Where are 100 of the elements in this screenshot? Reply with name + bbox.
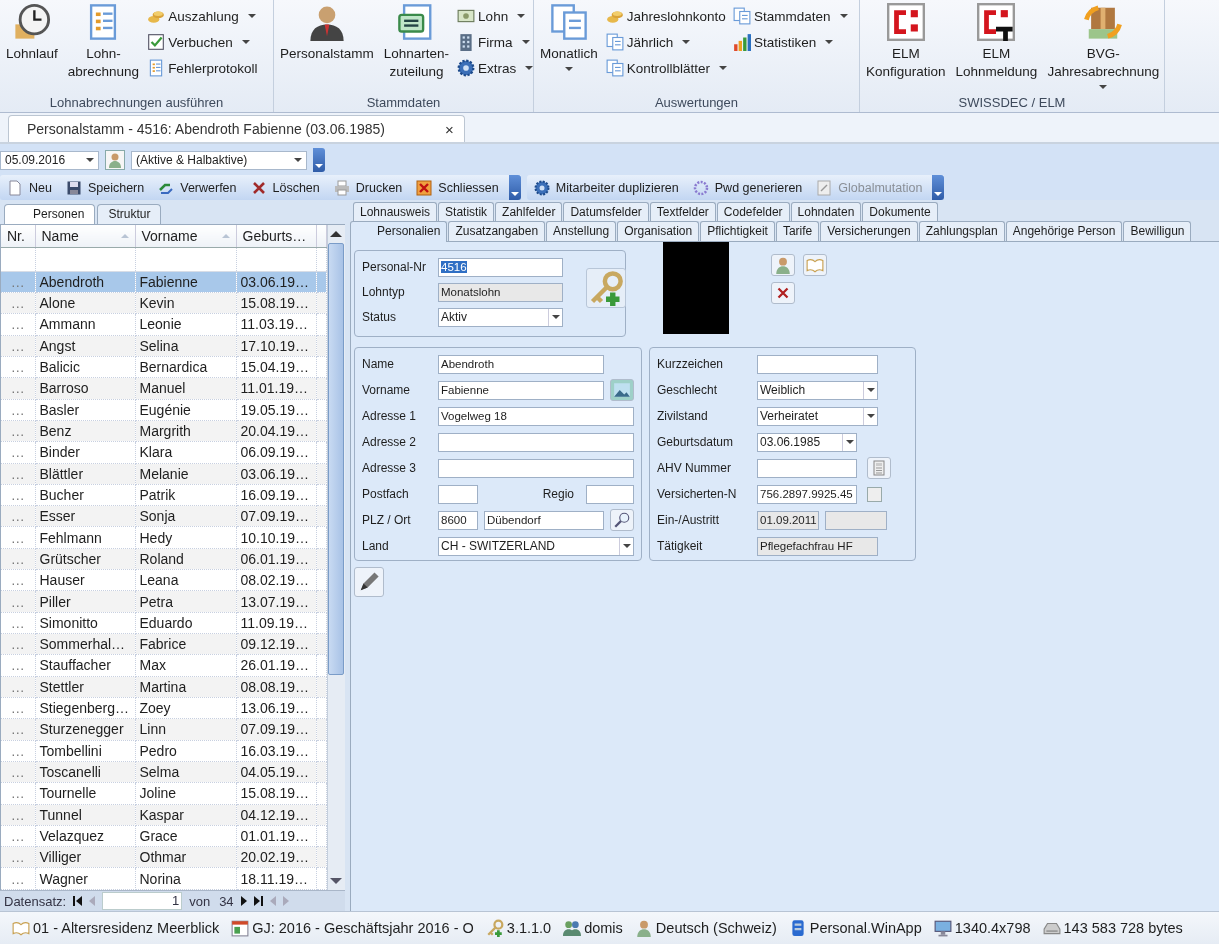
table-row[interactable]: … Piller Petra 13.07.19… xyxy=(1,590,326,613)
tab[interactable]: Personen xyxy=(4,204,96,224)
column-header[interactable]: Vorname xyxy=(135,225,236,248)
input-field[interactable]: Vogelweg 18 xyxy=(438,406,634,426)
input-field[interactable]: Abendroth xyxy=(438,354,604,374)
tab[interactable]: Lohndaten xyxy=(790,202,862,221)
ribbon-button[interactable]: Lohnarten- zuteilung xyxy=(381,3,452,95)
toolbar-button[interactable]: Mitarbeiter duplizieren xyxy=(529,179,683,196)
tab[interactable]: Textfelder xyxy=(649,202,716,221)
table-row[interactable]: … Hauser Leana 08.02.19… xyxy=(1,569,326,591)
key-button[interactable] xyxy=(586,268,626,308)
table-row[interactable]: … Blättler Melanie 03.06.19… xyxy=(1,463,326,485)
table-row[interactable]: … Fehlmann Hedy 10.10.19… xyxy=(1,526,326,549)
tab[interactable]: Zahlfelder xyxy=(495,202,563,221)
input-field[interactable] xyxy=(438,484,478,504)
tab[interactable]: Zahlungsplan xyxy=(918,221,1005,241)
table-row[interactable]: … Stiegenberg… Zoey 13.06.19… xyxy=(1,697,326,719)
tab[interactable]: Codefelder xyxy=(716,202,790,221)
tab[interactable]: Pflichtigkeit xyxy=(700,221,775,241)
table-row[interactable]: … Balicic Bernardica 15.04.19… xyxy=(1,356,326,378)
date-combo[interactable]: 05.09.2016 xyxy=(0,150,99,170)
table-row[interactable]: … Grütscher Roland 06.01.19… xyxy=(1,548,326,570)
table-row[interactable]: … Sturzenegger Linn 07.09.19… xyxy=(1,718,326,741)
ribbon-button[interactable]: Verbuchen xyxy=(147,31,258,53)
table-row[interactable]: … Simonitto Eduardo 11.09.19… xyxy=(1,612,326,634)
search-button[interactable] xyxy=(610,509,634,531)
ribbon-button[interactable]: Lohnlauf xyxy=(4,3,60,95)
input-field[interactable]: Pflegefachfrau HF xyxy=(757,536,878,556)
input-field[interactable]: Fabienne xyxy=(438,380,604,400)
toolbar-button[interactable]: Löschen xyxy=(246,179,324,196)
tab[interactable]: Zusatzangaben xyxy=(448,221,546,241)
table-row[interactable]: … Angst Selina 17.10.19… xyxy=(1,335,326,357)
input-field[interactable] xyxy=(438,458,634,478)
table-row[interactable]: … Barroso Manuel 11.01.19… xyxy=(1,377,326,400)
input-field[interactable]: 756.2897.9925.45 xyxy=(757,484,857,504)
document-tab[interactable]: Personalstamm - 4516: Abendroth Fabienne (03.06.1985) × xyxy=(8,115,465,142)
checkbox[interactable] xyxy=(867,486,882,502)
column-header[interactable]: Geburts… xyxy=(236,225,316,248)
tab[interactable]: Angehörige Person xyxy=(1005,221,1123,241)
table-row[interactable]: … Basler Eugénie 19.05.19… xyxy=(1,399,326,421)
input-field[interactable] xyxy=(825,510,887,530)
ribbon-button[interactable]: Lohn xyxy=(457,5,534,27)
ribbon-button[interactable]: ELM Lohnmeldung xyxy=(953,3,1040,95)
ribbon-button[interactable]: Jahreslohnkonto xyxy=(605,5,728,27)
ribbon-button[interactable]: Fehlerprotokoll xyxy=(147,57,258,79)
toolbar-button[interactable]: Drucken xyxy=(329,179,407,196)
date-field[interactable]: 03.06.1985 xyxy=(757,432,857,452)
toolbar-button[interactable]: Schliessen xyxy=(412,179,503,196)
toolbar-grip[interactable] xyxy=(313,148,325,172)
ribbon-button[interactable]: BVG- Jahresabrechnung xyxy=(1045,3,1162,95)
input-field[interactable]: 8600 xyxy=(438,510,478,530)
ribbon-button[interactable]: Stammdaten xyxy=(733,5,848,27)
delete-button[interactable] xyxy=(771,282,795,304)
column-header[interactable]: Nr. xyxy=(1,225,35,248)
input-field[interactable]: Monatslohn xyxy=(438,282,563,302)
calculator-button[interactable] xyxy=(867,457,891,479)
table-row[interactable]: … Stettler Martina 08.08.19… xyxy=(1,676,326,698)
tab[interactable]: Organisation xyxy=(617,221,700,241)
table-row[interactable]: … Esser Sonja 07.09.19… xyxy=(1,505,326,527)
toolbar-button[interactable]: Neu xyxy=(3,179,56,196)
table-row[interactable]: … Abendroth Fabienne 03.06.19… xyxy=(1,271,326,293)
book-button[interactable] xyxy=(803,254,827,276)
input-field[interactable] xyxy=(757,458,857,478)
scrollbar[interactable] xyxy=(326,225,345,890)
tab[interactable]: Tarife xyxy=(775,221,820,241)
ribbon-button[interactable]: Kontrollblätter xyxy=(605,57,728,79)
picture-button[interactable] xyxy=(610,379,634,401)
ribbon-button[interactable]: Firma xyxy=(457,31,534,53)
input-field[interactable]: 4516 xyxy=(438,257,563,277)
ribbon-button[interactable]: Jährlich xyxy=(605,31,728,53)
person-button[interactable] xyxy=(771,254,795,276)
table-row[interactable]: … Binder Klara 06.09.19… xyxy=(1,441,326,463)
edit-button[interactable] xyxy=(354,567,384,597)
toolbar-button[interactable]: Pwd generieren xyxy=(688,179,807,196)
ribbon-button[interactable]: Auszahlung xyxy=(147,5,258,27)
ribbon-button[interactable]: ELM Konfiguration xyxy=(864,3,948,95)
dropdown[interactable]: Aktiv xyxy=(438,307,563,327)
table-row[interactable]: … Tunnel Kaspar 04.12.19… xyxy=(1,804,326,826)
ribbon-button[interactable]: Monatlich xyxy=(538,3,600,95)
column-header[interactable]: Name xyxy=(35,225,135,248)
tab[interactable]: Lohnausweis xyxy=(353,202,438,221)
table-row[interactable]: … Benz Margrith 20.04.19… xyxy=(1,420,326,442)
toolbar-grip[interactable] xyxy=(508,175,521,200)
tab[interactable]: Anstellung xyxy=(546,221,617,241)
input-field[interactable] xyxy=(586,484,634,504)
table-row[interactable]: … Velazquez Grace 01.01.19… xyxy=(1,825,326,847)
ribbon-button[interactable]: Statistiken xyxy=(733,31,848,53)
ribbon-button[interactable]: Extras xyxy=(457,57,534,79)
input-field[interactable]: Dübendorf xyxy=(484,510,604,530)
tab[interactable]: Statistik xyxy=(438,202,495,221)
filter-combo[interactable]: (Aktive & Halbaktive) xyxy=(131,150,307,170)
table-row[interactable]: … Villiger Othmar 20.02.19… xyxy=(1,846,326,868)
table-row[interactable]: … Bucher Patrik 16.09.19… xyxy=(1,484,326,506)
tab[interactable]: Dokumente xyxy=(862,202,938,221)
table-row[interactable]: … Alone Kevin 15.08.19… xyxy=(1,292,326,314)
tab[interactable]: Bewilligun xyxy=(1123,221,1192,241)
table-row[interactable]: … Toscanelli Selma 04.05.19… xyxy=(1,761,326,783)
ribbon-button[interactable]: Personalstamm xyxy=(278,3,376,95)
tab[interactable]: Struktur xyxy=(97,204,162,224)
toolbar-button[interactable]: Verwerfen xyxy=(154,179,241,196)
